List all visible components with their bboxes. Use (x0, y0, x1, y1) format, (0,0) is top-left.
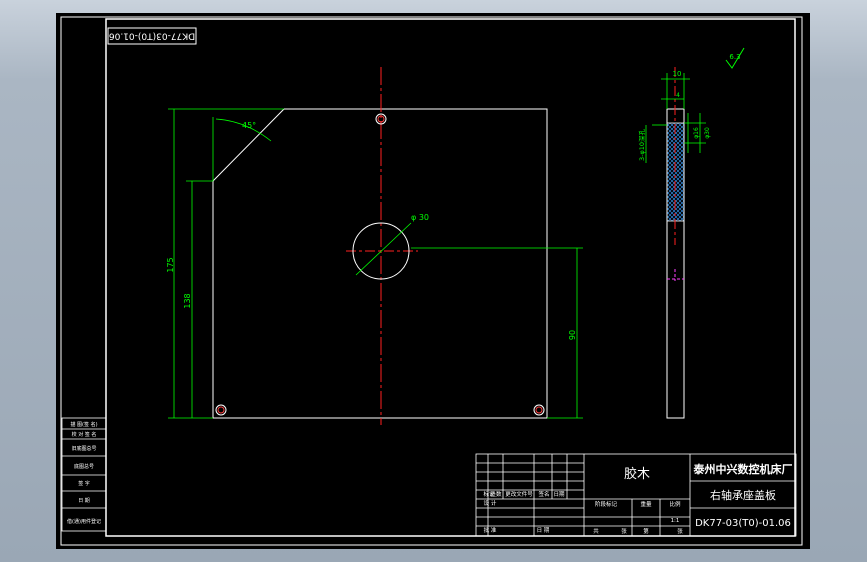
material: 胶木 (624, 466, 650, 482)
mounting-hole-bottom-right (533, 404, 545, 416)
sign-label-1: 处数 (490, 490, 502, 498)
sign-label-2: 更改文件号 (505, 490, 533, 498)
dim-diameter: φ 30 (411, 213, 429, 222)
stage-header-0: 阶段标记 (595, 500, 618, 508)
side-dim-b: φ30 (704, 127, 711, 139)
left-row-2: 旧底图总号 (71, 445, 96, 452)
svg-text:6.3: 6.3 (729, 53, 740, 61)
cad-viewport[interactable]: DK77-03(T0)-01.06 6.3 175 138 90 45° φ 3… (56, 13, 810, 549)
dim-175: 175 (166, 257, 175, 272)
side-view (645, 67, 706, 419)
left-row-0: 描 图(签 名) (70, 421, 97, 428)
left-row-5: 日 期 (78, 498, 90, 504)
front-view (212, 67, 548, 425)
part-name: 右轴承座盖板 (710, 488, 776, 502)
outer-frame (60, 16, 803, 546)
rotated-drawing-code: DK77-03(T0)-01.06 (109, 31, 196, 41)
date-label: 日 期 (537, 527, 550, 534)
design-label: 设 计 (484, 499, 497, 507)
left-row-6: 借(通)用件登记 (67, 518, 101, 525)
side-dim-a: φ16 (693, 127, 700, 139)
roughness-symbol: 6.3 (725, 47, 745, 69)
left-row-3: 底图总号 (74, 463, 94, 470)
side-dim-thickness: 10 (673, 70, 682, 78)
dim-138: 138 (183, 293, 192, 308)
sheet-no-label: 第 (643, 527, 649, 535)
drawing-canvas[interactable]: DK77-03(T0)-01.06 6.3 175 138 90 45° φ 3… (56, 13, 810, 549)
drawing-number: DK77-03(T0)-01.06 (695, 518, 791, 529)
company-name: 泰州中兴数控机床厂 (693, 462, 793, 476)
front-dimensions (168, 108, 583, 419)
dim-90: 90 (568, 330, 577, 340)
sign-label-4: 日期 (553, 491, 565, 498)
scale-value: 1:1 (671, 518, 680, 524)
side-dim-small: 4 (676, 92, 680, 99)
sheet-no-unit: 张 (677, 527, 683, 535)
inner-frame (105, 18, 796, 537)
mounting-hole-bottom-left (215, 404, 227, 416)
mounting-hole-top (375, 113, 387, 125)
sheet-total-label: 共 (593, 527, 599, 535)
sheet-total-unit: 张 (621, 527, 627, 535)
dim-angle: 45° (242, 121, 256, 130)
sign-label-3: 签名 (538, 490, 549, 498)
approve-label: 批 准 (484, 526, 497, 534)
side-hole-label: 3-φ10深孔 (637, 128, 646, 161)
left-row-4: 签 字 (78, 480, 90, 487)
left-row-1: 校 对 签 名 (72, 431, 97, 438)
stage-header-2: 比例 (669, 500, 681, 508)
stage-header-1: 重量 (640, 500, 652, 508)
